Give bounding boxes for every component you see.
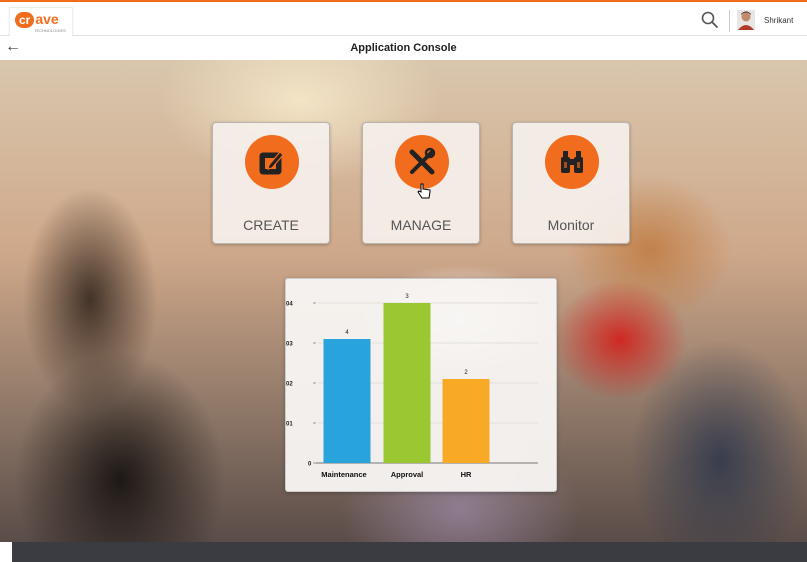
- y-tick-label: 03: [286, 342, 293, 348]
- title-bar: ← Application Console: [0, 36, 807, 61]
- tile-manage[interactable]: MANAGE: [362, 122, 480, 244]
- top-bar: cr ave TECHNOLOGIES Shrikant: [0, 0, 807, 51]
- x-tick-label: Approval: [391, 470, 424, 479]
- summary-chart-card: 0 01 02 03 04 4 Maintenance 3 Approval 2 HR: [285, 278, 557, 492]
- tile-manage-icon-circle: [395, 135, 449, 189]
- data-label: 3: [405, 294, 409, 300]
- bar-hr: [442, 379, 490, 463]
- y-tick-label: 02: [286, 382, 293, 388]
- tile-create-label: CREATE: [243, 217, 299, 233]
- logo-subtitle: TECHNOLOGIES: [34, 28, 66, 33]
- edit-icon: [259, 151, 284, 175]
- tile-create-icon-circle: [245, 135, 299, 189]
- data-label: 2: [464, 370, 468, 376]
- bar-approval: [383, 303, 431, 463]
- bar-chart: 0 01 02 03 04 4 Maintenance 3 Approval 2 HR: [286, 294, 538, 479]
- y-tick-label: 01: [286, 422, 293, 428]
- search-icon[interactable]: [700, 10, 720, 30]
- tile-manage-label: MANAGE: [390, 217, 452, 233]
- header-divider: [729, 10, 730, 32]
- y-tick-label: 0: [308, 462, 312, 468]
- logo-mark: cr: [15, 12, 35, 28]
- tile-monitor-label: Monitor: [547, 217, 595, 233]
- user-avatar[interactable]: [737, 10, 755, 30]
- x-tick-label: HR: [461, 470, 472, 479]
- tools-icon: [409, 147, 436, 175]
- page-title: Application Console: [350, 42, 457, 54]
- tile-create[interactable]: CREATE: [212, 122, 330, 244]
- console-stage: CREATE MANAGE Monitor 0 01 02 03 04 4 Ma…: [0, 60, 807, 542]
- logo-text: ave: [35, 11, 59, 27]
- binoculars-icon: [561, 151, 583, 173]
- tile-monitor-icon-circle: [545, 135, 599, 189]
- footer-bar: [12, 542, 807, 562]
- bar-maintenance: [323, 339, 371, 463]
- user-name[interactable]: Shrikant: [764, 16, 793, 25]
- x-tick-label: Maintenance: [321, 470, 366, 479]
- hand-cursor-icon: [417, 183, 431, 199]
- data-label: 4: [345, 330, 349, 336]
- y-tick-label: 04: [286, 302, 293, 308]
- tile-monitor[interactable]: Monitor: [512, 122, 630, 244]
